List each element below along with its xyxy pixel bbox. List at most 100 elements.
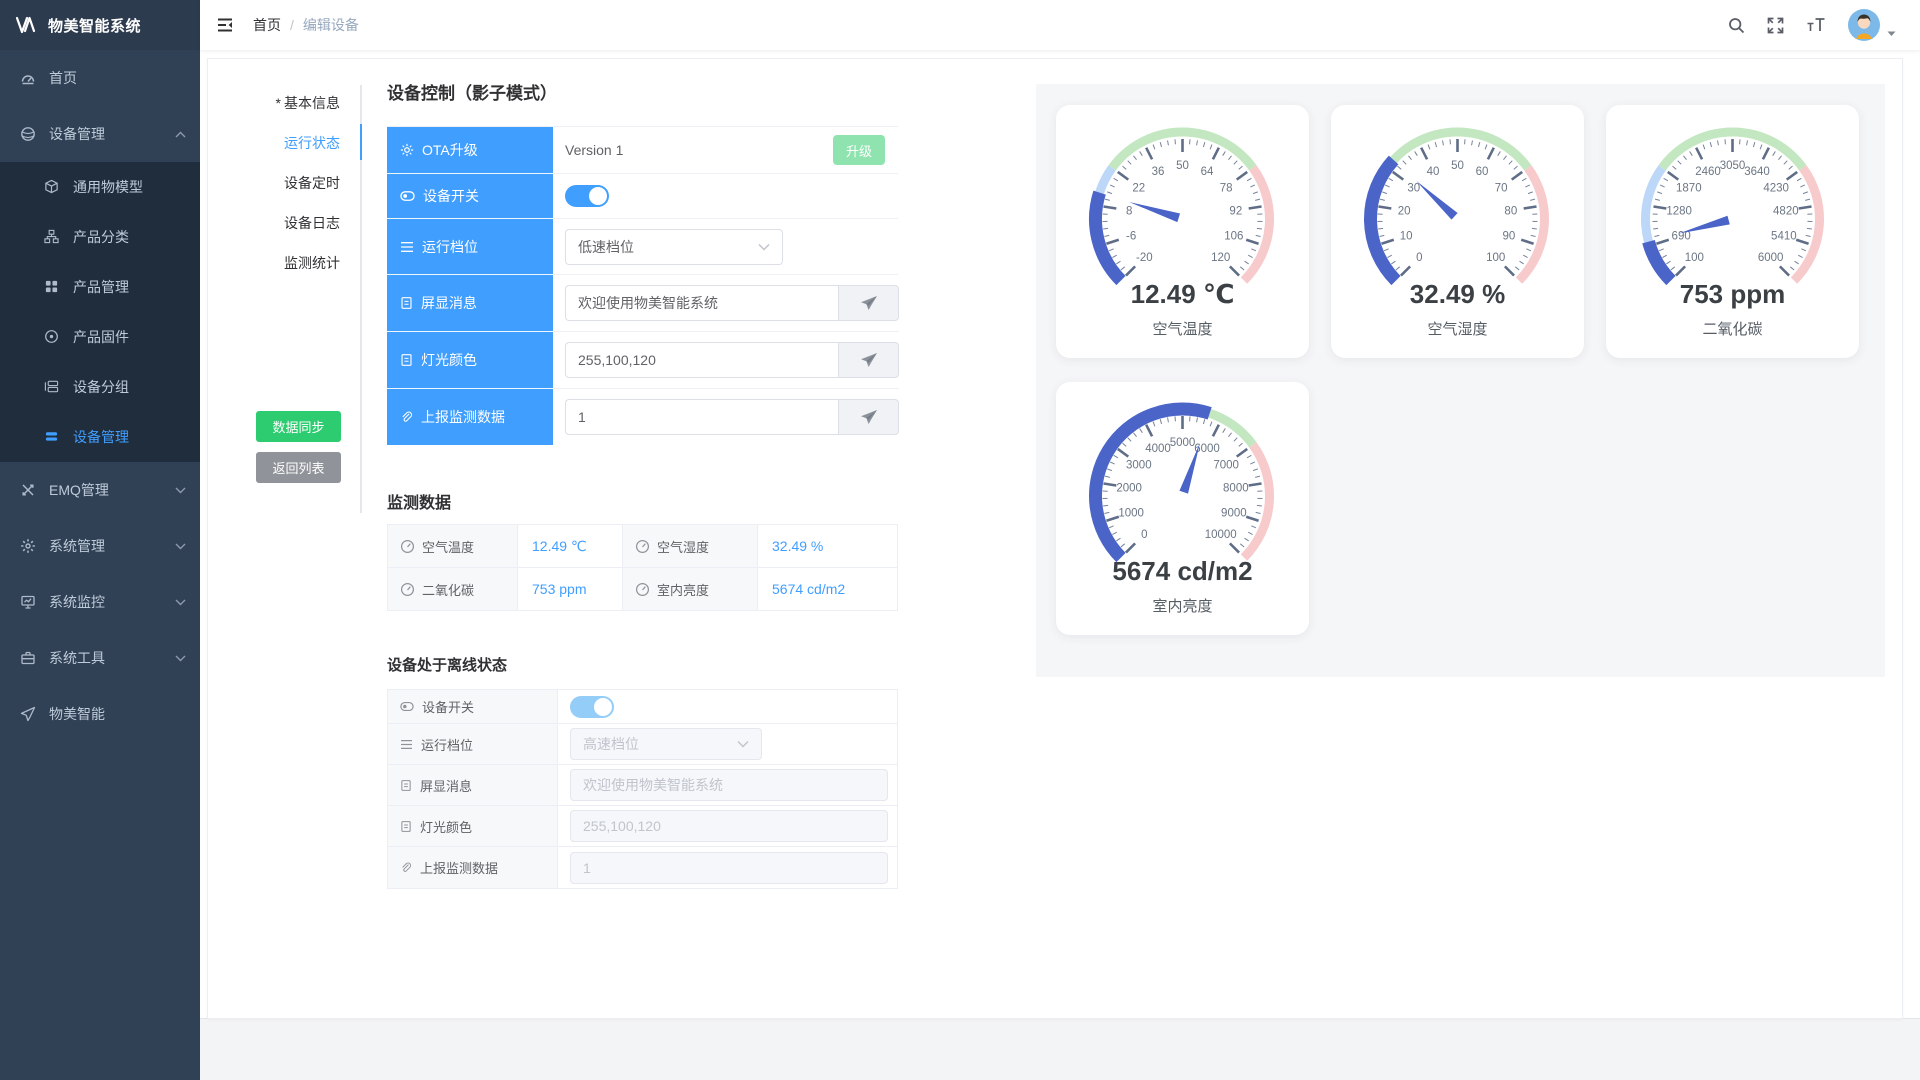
sidebar-item-product-firmware[interactable]: 产品固件 [0,312,200,362]
firmware-icon [44,329,60,345]
sidebar-item-device-list[interactable]: 设备管理 [0,412,200,462]
sidebar-item-system-mgmt[interactable]: 系统管理 [0,518,200,574]
monitor-icon [20,594,36,610]
things-icon [20,126,36,142]
gauge-mini-icon [635,539,650,554]
control-label: 屏显消息 [387,275,553,332]
offline-label: 上报监测数据 [388,847,558,888]
offline-label: 设备开关 [388,690,558,723]
svg-text:50: 50 [1451,160,1464,172]
lines-icon [400,739,413,750]
svg-text:106: 106 [1224,231,1243,243]
sidebar-item-wumei[interactable]: 物美智能 [0,686,200,742]
workspace: *基本信息 运行状态 设备定时 设备日志 监测统计 数据同步 返回列表 设备控制… [200,50,1920,1080]
svg-text:0: 0 [1141,529,1147,541]
sidebar-item-thing-model[interactable]: 通用物模型 [0,162,200,212]
sidebar-item-device-mgmt[interactable]: 设备管理 [0,106,200,162]
sidebar-item-home[interactable]: 首页 [0,50,200,106]
send-color-button[interactable] [838,342,899,378]
svg-text:8000: 8000 [1223,483,1249,495]
control-value: 低速档位 [553,219,898,275]
chevron-down-icon [175,655,186,662]
chevron-down-icon [175,599,186,606]
svg-text:10: 10 [1400,231,1413,243]
sidebar-item-product-category[interactable]: 产品分类 [0,212,200,262]
svg-text:36: 36 [1152,166,1165,178]
gauge-card-co2: 1006901280187024603050364042304820541060… [1606,105,1859,358]
offline-color-input [570,810,888,842]
send-report-button[interactable] [838,399,899,435]
doc-icon [400,779,412,792]
upgrade-button[interactable]: 升级 [833,135,885,165]
tab-device-timer[interactable]: 设备定时 [208,163,360,203]
search-icon[interactable] [1728,17,1745,34]
dashboard-icon [20,70,36,86]
send-message-button[interactable] [838,285,899,321]
logo-icon [14,15,38,35]
back-to-list-button[interactable]: 返回列表 [256,452,341,483]
control-value [553,389,899,445]
app-logo[interactable]: 物美智能系统 [0,0,200,50]
sidebar-item-system-monitor[interactable]: 系统监控 [0,574,200,630]
font-size-icon[interactable] [1806,17,1826,33]
data-sync-button[interactable]: 数据同步 [256,411,341,442]
chevron-down-icon [175,487,186,494]
offline-row-report: 上报监测数据 [388,847,897,888]
tab-running-status[interactable]: 运行状态 [208,123,360,163]
sidebar-item-device-group[interactable]: 设备分组 [0,362,200,412]
monitor-table: 空气温度 12.49 ℃ 空气湿度 32.49 % 二氧化碳 753 ppm 室… [387,524,898,611]
sidebar-item-product-mgmt[interactable]: 产品管理 [0,262,200,312]
svg-text:2460: 2460 [1695,166,1721,178]
toolbox-icon [20,650,36,666]
svg-text:100: 100 [1486,252,1505,264]
svg-text:4820: 4820 [1773,206,1799,218]
required-mark: * [276,95,281,111]
cube-icon [44,179,60,195]
control-label: 上报监测数据 [387,389,553,445]
sidebar-item-emq[interactable]: EMQ管理 [0,462,200,518]
user-menu[interactable] [1848,9,1896,41]
svg-text:92: 92 [1229,206,1242,218]
gauge-mini-icon [635,582,650,597]
sidebar-fold-button[interactable] [216,17,233,33]
svg-text:10000: 10000 [1205,529,1237,541]
fullscreen-icon[interactable] [1767,17,1784,34]
sidebar-item-system-tools[interactable]: 系统工具 [0,630,200,686]
svg-text:5410: 5410 [1771,231,1797,243]
svg-text:3050: 3050 [1720,160,1746,172]
breadcrumb-home[interactable]: 首页 [253,15,281,35]
control-value [553,275,899,332]
run-gear-select[interactable]: 低速档位 [565,229,783,265]
gauge-value: 12.49 ℃ [1056,279,1309,310]
svg-text:70: 70 [1495,182,1508,194]
svg-text:-20: -20 [1136,252,1153,264]
report-data-input[interactable] [565,399,838,435]
monitor-label: 室内亮度 [623,568,758,610]
gear-icon [20,538,36,554]
gauge-card-air-humidity: 0102030405060708090100 32.49 % 空气湿度 [1331,105,1584,358]
tab-basic-info[interactable]: *基本信息 [208,83,360,123]
svg-text:2000: 2000 [1116,483,1142,495]
tab-monitor-stats[interactable]: 监测统计 [208,243,360,283]
control-label: 灯光颜色 [387,332,553,389]
avatar [1848,9,1880,41]
offline-section-title: 设备处于离线状态 [387,654,507,675]
gauge-title: 空气温度 [1056,318,1309,339]
monitor-value: 32.49 % [758,525,897,568]
gauge-mini-icon [400,582,415,597]
app-root: 物美智能系统 首页 设备管理 通用物模型 产品分类 产品管理 产品固件 [0,0,1920,1080]
svg-text:50: 50 [1176,160,1189,172]
switch-icon [400,701,414,712]
offline-value [558,847,897,888]
screen-message-input[interactable] [565,285,838,321]
svg-text:64: 64 [1201,166,1214,178]
doc-icon [400,820,412,833]
sidebar-item-label: 首页 [49,68,77,88]
device-switch-toggle[interactable] [565,185,609,207]
offline-label: 运行档位 [388,724,558,764]
light-color-input[interactable] [565,342,838,378]
tab-device-log[interactable]: 设备日志 [208,203,360,243]
offline-row-switch: 设备开关 [388,690,897,724]
svg-text:22: 22 [1132,182,1145,194]
control-value [553,332,899,389]
